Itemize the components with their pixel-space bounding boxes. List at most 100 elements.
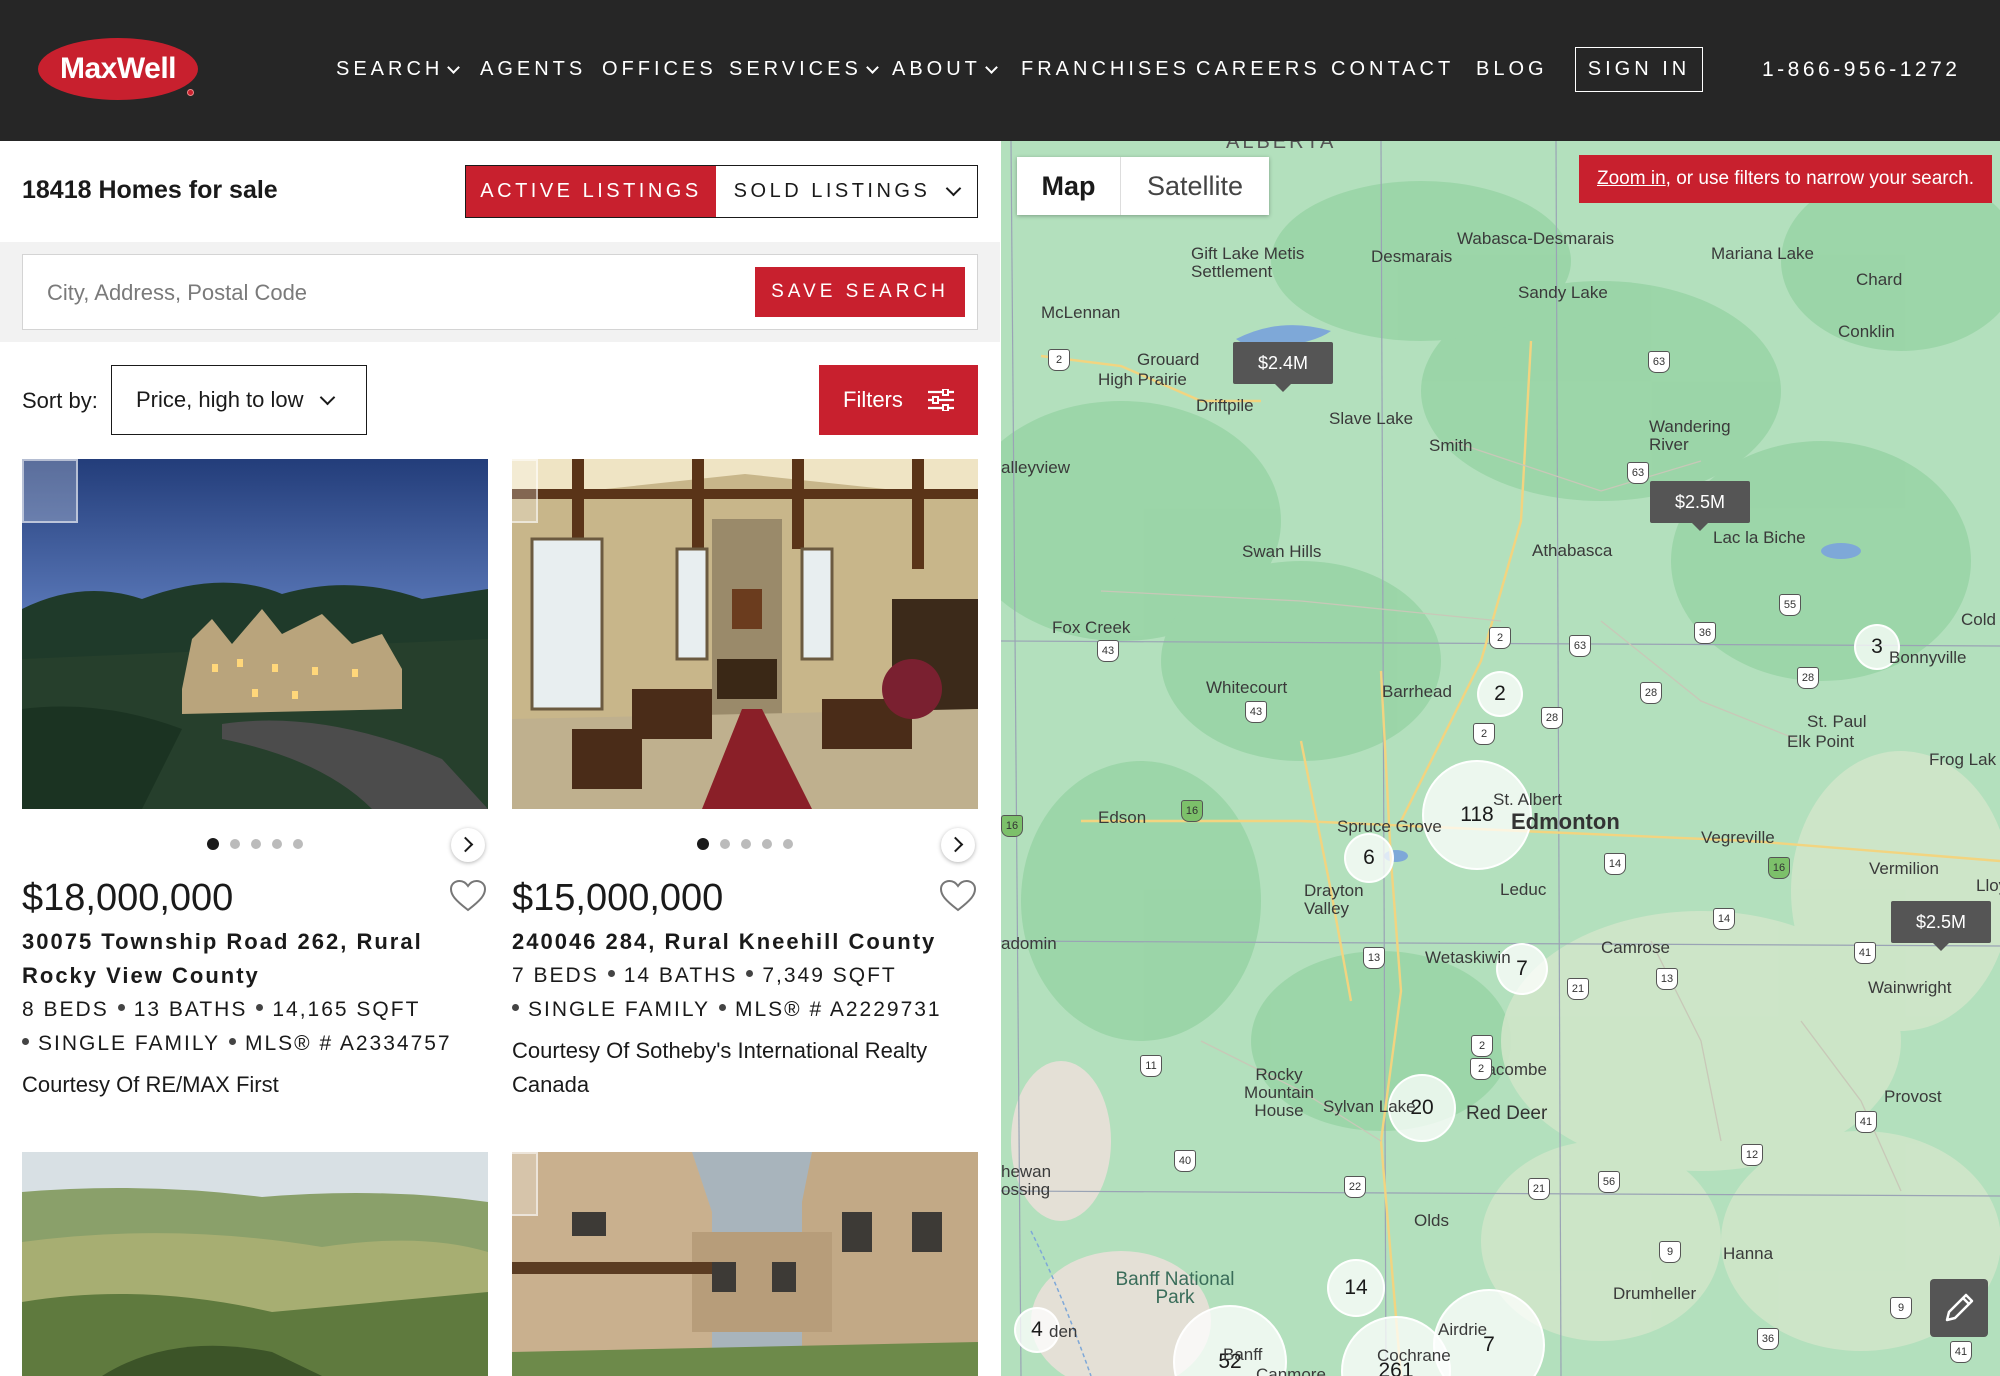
nav-about[interactable]: ABOUT [892,58,998,81]
map-label: Olds [1414,1211,1449,1230]
phone-number[interactable]: 1-866-956-1272 [1762,58,1960,82]
sort-label: Sort by: [22,388,98,413]
highway-shield: 22 [1344,1176,1366,1198]
nav-services[interactable]: SERVICES [729,58,879,81]
highway-shield: 28 [1541,707,1563,729]
zoom-in-link[interactable]: Zoom in [1597,168,1666,190]
listing-type-toggle: ACTIVE LISTINGS SOLD LISTINGS [465,165,978,218]
map-label: Lac la Biche [1713,528,1806,547]
search-input[interactable] [47,277,747,309]
highway-shield: 28 [1797,667,1819,689]
map-label: Leduc [1500,880,1547,899]
heart-icon[interactable] [449,879,487,913]
map-view-button[interactable]: Map [1017,157,1120,215]
highway-shield: 2 [1470,1058,1492,1080]
highway-shield: 9 [1890,1297,1912,1319]
listing-courtesy: Courtesy Of RE/MAX First [22,1072,279,1097]
chevron-down-icon [946,180,962,197]
highway-shield: 63 [1569,635,1591,657]
nav-offices[interactable]: OFFICES [602,58,717,81]
highway-shield: 2 [1471,1035,1493,1057]
realtor-logo [512,1152,538,1216]
highway-shield: 13 [1363,947,1385,969]
sign-in-button[interactable]: SIGN IN [1575,47,1703,92]
nav-search[interactable]: SEARCH [336,58,461,81]
listing-price: $18,000,000 [22,877,234,919]
map-label: McLennan [1041,303,1121,322]
map-cluster[interactable]: 14 [1327,1259,1385,1317]
listing-photo[interactable] [22,459,488,809]
listing-specs: 8 BEDS 13 BATHS 14,165 SQFT [22,998,421,1021]
map-label: Gift Lake Metis Settlement [1191,244,1305,281]
map-cluster[interactable]: 2 [1477,671,1523,717]
highway-shield: 12 [1741,1144,1763,1166]
map-cluster[interactable]: 6 [1344,833,1394,883]
map-label: Sandy Lake [1518,283,1608,302]
sold-listings-dropdown[interactable]: SOLD LISTINGS [716,166,977,217]
map-label: Chard [1856,270,1903,289]
highway-shield: 9 [1659,1241,1681,1263]
map-label: adomin [1001,934,1057,953]
highway-shield: 43 [1097,640,1119,662]
photo-pager[interactable] [697,838,793,850]
zoom-notice: Zoom in, or use filters to narrow your s… [1579,155,1992,203]
nav-careers[interactable]: CAREERS [1196,58,1321,81]
pencil-icon [1945,1293,1974,1322]
map-price-marker[interactable]: $2.4M [1233,342,1333,392]
map-label: Conklin [1838,322,1895,341]
map-label: St. Paul [1807,712,1867,731]
listing-courtesy: Courtesy Of Sotheby's International Real… [512,1038,928,1097]
photo-pager[interactable] [207,838,303,850]
maxwell-logo[interactable]: MaxWell [38,38,198,100]
map-label: Whitecourt [1206,678,1288,697]
draw-area-button[interactable] [1930,1279,1988,1337]
highway-shield: 13 [1656,968,1678,990]
heart-icon[interactable] [939,879,977,913]
listing-address[interactable]: 240046 284, Rural Kneehill County [512,925,978,959]
map-label: Edson [1098,808,1147,827]
map-label: Sylvan Lake [1323,1097,1416,1116]
chevron-down-icon [319,389,335,405]
map-label: Vermilion [1869,859,1939,878]
highway-shield: 16 [1181,800,1203,822]
listing-photo[interactable] [512,1152,978,1376]
map-label: Drumheller [1613,1284,1697,1303]
map-price-marker[interactable]: $2.5M [1650,481,1750,531]
highway-shield: 11 [1140,1055,1162,1077]
search-box: SAVE SEARCH [22,254,978,330]
nav-contact[interactable]: CONTACT [1331,58,1454,81]
save-search-button[interactable]: SAVE SEARCH [755,267,965,317]
sort-dropdown[interactable]: Price, high to low [111,365,367,435]
map-label: Spruce Grove [1337,817,1442,836]
satellite-view-button[interactable]: Satellite [1120,157,1269,215]
next-photo-button[interactable] [451,828,485,862]
highway-shield: 41 [1855,1111,1877,1133]
map-label: High Prairie [1098,370,1187,389]
highway-shield: 2 [1473,723,1495,745]
listing-photo[interactable] [22,1152,488,1376]
highway-shield: 16 [1001,815,1023,837]
nav-blog[interactable]: BLOG [1476,58,1548,81]
highway-shield: 56 [1598,1171,1620,1193]
nav-franchises[interactable]: FRANCHISES [1021,58,1190,81]
map-label: Cochrane [1377,1346,1451,1365]
filters-button[interactable]: Filters [819,365,978,435]
listing-photo[interactable] [512,459,978,809]
map-label: Frog Lak [1929,750,1997,769]
map-label: Wabasca-Desmarais [1457,229,1615,248]
map-label: Bonnyville [1889,648,1967,667]
map-price-marker[interactable]: $2.5M [1891,901,1991,951]
realtor-logo [512,459,538,523]
map-label: Smith [1429,436,1473,455]
listing-address[interactable]: 30075 Township Road 262, Rural Rocky Vie… [22,925,462,993]
map-label: alleyview [1001,458,1070,477]
next-photo-button[interactable] [941,828,975,862]
map-label: Drayton Valley [1304,881,1364,918]
map-label: Wetaskiwin [1425,948,1511,967]
nav-agents[interactable]: AGENTS [480,58,586,81]
listings-map[interactable]: Map Satellite Zoom in, or use filters to… [1001,141,2000,1376]
sliders-icon [928,389,954,411]
active-listings-button[interactable]: ACTIVE LISTINGS [466,166,716,217]
map-label: Wainwright [1868,978,1952,997]
highway-shield: 2 [1048,349,1070,371]
